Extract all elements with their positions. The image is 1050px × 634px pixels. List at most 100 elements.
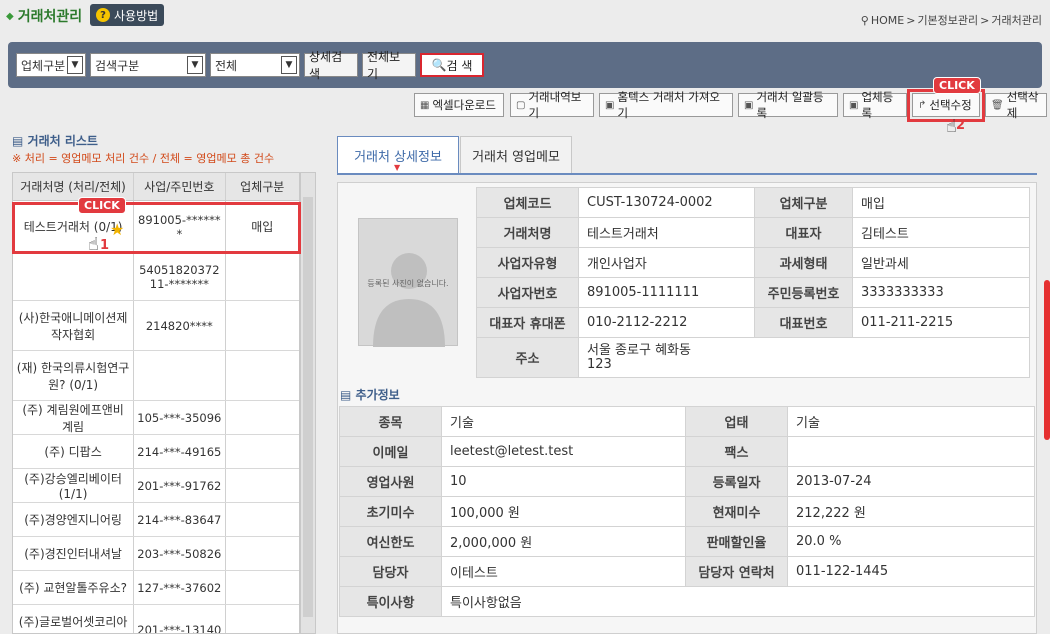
list-scrollbar[interactable] [300,172,316,634]
scope-value: 전체 [215,59,238,73]
detail-label: 대표자 [754,217,853,248]
page-title: ◆ 거래처관리 [6,6,82,26]
list-row[interactable]: (재) 한국의류시험연구원? (0/1) [13,351,299,401]
detail-search-button[interactable]: 상세검색 [304,50,358,81]
chevron-down-icon: ▼ [187,56,203,74]
detail-label: 거래처명 [476,217,579,248]
extra-info-title-text: 추가정보 [355,388,400,402]
list-row[interactable]: 5405182037211-******* [13,253,299,301]
list-row[interactable]: (주) 교현알톨주유소? 127-***-37602 [13,571,299,605]
search-field-select[interactable]: 검색구분 ▼ [90,53,206,77]
tab-memo-label: 거래처 영업메모 [472,149,560,165]
detail-value: 891005-1111111 [578,277,755,308]
row-name [13,253,135,300]
extra-label: 업태 [685,406,788,437]
detail-value: 일반과세 [852,247,1030,278]
row-id: 127-***-37602 [134,571,226,604]
row-id: 214-***-49165 [134,435,226,468]
list-row[interactable]: (주)경양엔지니어링 214-***-83647 [13,503,299,537]
magnifier-icon: 🔍 [431,58,447,72]
list-row[interactable]: (주)강승엘리베이터 (1/1) 201-***-91762 [13,469,299,503]
company-type-select[interactable]: 업체구분 ▼ [16,53,86,77]
tab-detail[interactable]: 거래처 상세정보 ▼ [337,136,459,174]
disk-icon: ▣ [849,99,859,111]
extra-label: 종목 [339,406,442,437]
scroll-thumb[interactable] [303,197,313,617]
hand-cursor-icon: ☝ [88,234,99,255]
detail-label: 주소 [476,337,579,378]
row-type [226,469,300,502]
extra-table: 종목 기술 업태 기술 이메일 leetest@letest.test 팩스 영… [339,406,1035,617]
list-row[interactable]: (주) 디팝스 214-***-49165 [13,435,299,469]
excel-label: 엑셀다운로드 [432,98,496,112]
extra-label: 이메일 [339,436,442,467]
breadcrumb-section[interactable]: 기본정보관리 [917,12,978,28]
photo-placeholder-text: 등록된 사진이 없습니다. [367,279,449,288]
detail-label: 업체구분 [754,187,853,218]
transaction-history-button[interactable]: ▢ 거래내역보기 [510,90,594,120]
list-row[interactable]: (주)경진인터내셔날 203-***-50826 [13,537,299,571]
search-field-value: 검색구분 [95,59,140,73]
detail-label: 대표자 휴대폰 [476,307,579,338]
extra-value: 2013-07-24 [787,466,1035,497]
edit-selected-button[interactable]: ↱ 선택수정 [912,93,980,117]
detail-value: 테스트거래처 [578,217,755,248]
detail-value: 김테스트 [852,217,1030,248]
page-scroll-indicator[interactable] [1044,280,1050,440]
row-id: 214-***-83647 [134,503,226,536]
row-name: (주)글로벌어셋코리아보험 [13,605,135,633]
extra-label: 특이사항 [339,586,442,617]
detail-row: 사업자번호 891005-1111111 주민등록번호 3333333333 [476,277,1030,308]
scope-select[interactable]: 전체 ▼ [210,53,300,77]
bulk-register-button[interactable]: ▣ 거래처 일괄등록 [738,90,838,120]
detail-label: 사업자번호 [476,277,579,308]
col-header-id[interactable]: 사업/주민번호 [134,173,226,200]
tab-divider [337,173,1037,175]
edit-arrow-icon: ↱ [918,99,927,111]
detail-row: 업체코드 CUST-130724-0002 업체구분 매입 [476,187,1030,218]
hometax-import-button[interactable]: ▣ 홈텍스 거래처 가져오기 [599,90,733,120]
detail-label: 대표번호 [754,307,853,338]
row-type [226,571,300,604]
row-id: 203-***-50826 [134,537,226,570]
col-header-name[interactable]: 거래처명 (처리/전체) [13,173,135,200]
click-callout: CLICK [933,77,981,94]
register-company-button[interactable]: ▣ 업체등록 [843,90,907,120]
detail-value: CUST-130724-0002 [578,187,755,218]
hometax-label: 홈텍스 거래처 가져오기 [617,90,720,120]
list-row[interactable]: (주) 계림원에프앤비 계림 105-***-35096 [13,401,299,435]
extra-value: 이테스트 [441,556,686,587]
extra-row: 담당자 이테스트 담당자 연락처 011-122-1445 [339,556,1035,587]
list-row[interactable]: (사)한국애니메이션제작자협회 214820**** [13,301,299,351]
list-note: ※ 처리 = 영업메모 처리 건수 / 전체 = 영업메모 총 건수 [12,152,275,165]
extra-value: 특이사항없음 [441,586,1035,617]
excel-download-button[interactable]: ▦ 엑셀다운로드 [414,93,504,117]
col-header-type[interactable]: 업체구분 [226,173,300,200]
delete-label: 선택삭제 [1006,90,1039,120]
breadcrumb-home[interactable]: HOME [871,14,904,27]
detail-label: 주민등록번호 [754,277,853,308]
row-type [226,503,300,536]
extra-value: 2,000,000 원 [441,526,686,557]
extra-row: 여신한도 2,000,000 원 판매할인율 20.0 % [339,526,1035,557]
extra-value: 212,222 원 [787,496,1035,527]
howto-button[interactable]: ? 사용방법 [90,4,165,26]
row-id: 5405182037211-******* [134,253,226,300]
company-type-value: 업체구분 [21,59,66,73]
row-type [226,301,300,350]
row-id: 105-***-35096 [134,401,226,434]
edit-label: 선택수정 [929,98,972,112]
search-button[interactable]: 🔍 검 색 [420,53,484,77]
list-row[interactable]: (주)글로벌어셋코리아보험 201-***-13140 [13,605,299,633]
extra-label: 등록일자 [685,466,788,497]
view-all-label: 전체보기 [367,50,401,81]
view-all-button[interactable]: 전체보기 [362,50,416,81]
delete-selected-button[interactable]: 🗑 선택삭제 [985,90,1047,120]
star-icon: ★ [110,220,125,239]
list-title: ▤ 거래처 리스트 [12,132,98,149]
extra-row: 초기미수 100,000 원 현재미수 212,222 원 [339,496,1035,527]
tab-memo[interactable]: 거래처 영업메모 [460,136,572,174]
row-type [226,351,300,400]
extra-label: 담당자 연락처 [685,556,788,587]
extra-label: 초기미수 [339,496,442,527]
